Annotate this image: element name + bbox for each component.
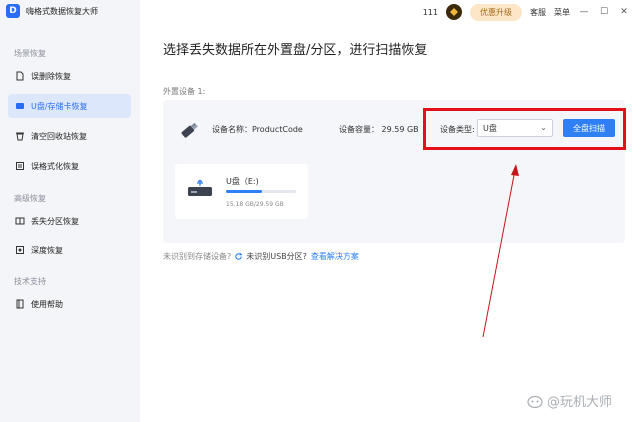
usb-partition-question: 未识别USB分区?	[246, 252, 307, 261]
upgrade-button[interactable]: 优惠升级	[470, 3, 522, 21]
sidebar-item-label: 丢失分区恢复	[31, 216, 79, 226]
partition-name: U盘（E:)	[226, 177, 259, 186]
app-logo: D	[6, 4, 20, 18]
sidebar-item-deep-recovery[interactable]: 深度恢复	[8, 238, 131, 262]
usb-icon	[15, 101, 25, 111]
trash-icon	[15, 131, 25, 141]
help-book-icon	[15, 299, 25, 309]
service-button[interactable]: 客服	[530, 7, 546, 18]
watermark-logo-icon	[527, 395, 543, 408]
sidebar-item-format-recovery[interactable]: 误格式化恢复	[8, 154, 131, 178]
sidebar: D 嗨格式数据恢复大师 场景恢复 误删除恢复 U盘/存储卡恢复 清空回收站恢复 …	[0, 0, 140, 422]
close-icon[interactable]: ✕	[618, 7, 630, 17]
deep-scan-icon	[15, 245, 25, 255]
partition-usage-fill	[226, 190, 262, 193]
sidebar-item-deleted-recovery[interactable]: 误删除恢复	[8, 64, 131, 88]
format-icon	[15, 161, 25, 171]
top-bar: 111 优惠升级 客服 菜单 — ☐ ✕	[140, 0, 640, 24]
partition-usage-bar	[226, 190, 296, 193]
partition-size: 15.18 GB/29.59 GB	[226, 201, 284, 208]
section-label-scene: 场景恢复	[14, 49, 46, 58]
partition-icon	[15, 216, 25, 226]
sidebar-item-label: 使用帮助	[31, 299, 63, 309]
solution-link[interactable]: 查看解决方案	[311, 251, 359, 262]
app-title: 嗨格式数据恢复大师	[26, 6, 98, 16]
menu-button[interactable]: 菜单	[554, 7, 570, 18]
section-label-advanced: 高级恢复	[14, 194, 46, 203]
usb-drive-icon	[181, 122, 198, 138]
page-title: 选择丢失数据所在外置盘/分区，进行扫描恢复	[163, 43, 428, 58]
device-capacity: 设备容量： 29.59 GB	[339, 125, 419, 134]
app-header: D 嗨格式数据恢复大师	[6, 4, 98, 18]
refresh-icon[interactable]	[234, 252, 243, 261]
watermark: @玩机大师	[527, 391, 612, 410]
highlight-box	[423, 108, 626, 150]
sidebar-item-usb-recovery[interactable]: U盘/存储卡恢复	[8, 94, 131, 118]
maximize-icon[interactable]: ☐	[598, 7, 610, 17]
help-row: 未识别到存储设备? 未识别USB分区? 查看解决方案	[163, 251, 359, 262]
sidebar-item-label: 深度恢复	[31, 245, 63, 255]
help-question: 未识别到存储设备?	[163, 252, 232, 261]
user-id: 111	[422, 7, 438, 17]
sidebar-item-label: 误格式化恢复	[31, 161, 79, 171]
device-name: 设备名称：ProductCode	[212, 125, 303, 134]
vip-badge-icon[interactable]	[446, 4, 462, 20]
file-icon	[15, 71, 25, 81]
section-label-support: 技术支持	[14, 277, 46, 286]
device-group-label: 外置设备 1:	[163, 87, 206, 96]
sidebar-item-lost-partition-recovery[interactable]: 丢失分区恢复	[8, 209, 131, 233]
drive-icon	[188, 179, 212, 196]
sidebar-item-label: U盘/存储卡恢复	[31, 101, 88, 111]
sidebar-item-recycle-bin-recovery[interactable]: 清空回收站恢复	[8, 124, 131, 148]
minimize-icon[interactable]: —	[578, 7, 590, 17]
sidebar-item-help[interactable]: 使用帮助	[8, 292, 131, 316]
watermark-text: @玩机大师	[547, 395, 613, 410]
sidebar-item-label: 误删除恢复	[31, 71, 71, 81]
sidebar-item-label: 清空回收站恢复	[31, 131, 87, 141]
